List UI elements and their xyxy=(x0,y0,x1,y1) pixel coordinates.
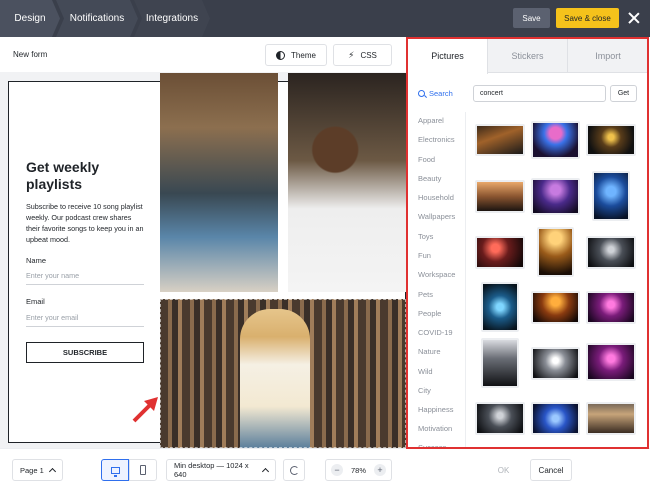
name-field[interactable]: Enter your name xyxy=(26,269,144,285)
rotate-icon xyxy=(289,465,299,475)
thumbnail-image[interactable] xyxy=(531,121,580,159)
thumbnail-image[interactable] xyxy=(592,171,630,221)
photo-podcaster[interactable] xyxy=(288,73,406,292)
category-motivation[interactable]: Motivation xyxy=(418,424,452,433)
thumbnail-image[interactable] xyxy=(586,343,636,381)
contrast-icon xyxy=(276,50,286,60)
category-people[interactable]: People xyxy=(418,309,441,318)
thumbnail-image[interactable] xyxy=(475,236,525,269)
red-arrow-icon xyxy=(132,397,158,423)
chevron-up-icon xyxy=(261,467,270,475)
category-nature[interactable]: Nature xyxy=(418,347,441,356)
category-success[interactable]: Success xyxy=(418,443,446,448)
tab-pictures[interactable]: Pictures xyxy=(408,38,488,74)
tab-import[interactable]: Import xyxy=(568,38,648,73)
thumbnail-image[interactable] xyxy=(531,291,580,324)
tab-integrations[interactable]: Integrations xyxy=(134,0,210,37)
phone-icon xyxy=(140,465,146,475)
thumbnail-image[interactable] xyxy=(586,124,636,156)
device-size-select[interactable]: Min desktop — 1024 x 640 xyxy=(166,459,276,481)
page-select[interactable]: Page 1 xyxy=(12,459,63,481)
thumbnail-image[interactable] xyxy=(481,282,519,332)
thumbnail-image[interactable] xyxy=(481,338,519,388)
thumbnail-image[interactable] xyxy=(586,291,636,324)
email-label: Email xyxy=(26,297,45,306)
thumbnail-image[interactable] xyxy=(537,227,574,277)
cancel-button[interactable]: Cancel xyxy=(530,459,572,481)
thumbnail-image[interactable] xyxy=(531,178,580,215)
tab-design[interactable]: Design xyxy=(0,0,60,37)
search-icon xyxy=(418,90,425,97)
subscribe-button[interactable]: SUBSCRIBE xyxy=(26,342,144,363)
device-size-value: Min desktop — 1024 x 640 xyxy=(174,461,249,479)
form-description[interactable]: Subscribe to receive 10 song playlist we… xyxy=(26,201,146,245)
category-household[interactable]: Household xyxy=(418,193,454,202)
email-field[interactable]: Enter your email xyxy=(26,311,144,327)
category-wild[interactable]: Wild xyxy=(418,367,433,376)
category-pets[interactable]: Pets xyxy=(418,290,433,299)
ok-button[interactable]: OK xyxy=(483,459,524,481)
name-label: Name xyxy=(26,256,47,265)
category-covid-19[interactable]: COVID-19 xyxy=(418,328,453,337)
category-toys[interactable]: Toys xyxy=(418,232,433,241)
zoom-value: 78% xyxy=(350,465,366,475)
tab-notifications[interactable]: Notifications xyxy=(56,0,138,37)
rotate-button[interactable] xyxy=(283,459,305,481)
category-fun[interactable]: Fun xyxy=(418,251,431,260)
thumbnail-image[interactable] xyxy=(475,402,525,435)
form-name[interactable]: New form xyxy=(13,50,47,59)
css-label: CSS xyxy=(360,50,377,60)
category-apparel[interactable]: Apparel xyxy=(418,116,444,125)
get-button[interactable]: Get xyxy=(610,85,637,102)
zoom-in-button[interactable]: + xyxy=(373,464,386,476)
category-wallpapers[interactable]: Wallpapers xyxy=(418,212,455,221)
tab-stickers[interactable]: Stickers xyxy=(488,38,568,73)
thumbnail-image[interactable] xyxy=(586,402,636,435)
save-button[interactable]: Save xyxy=(513,8,550,28)
photo-couple-headphones[interactable] xyxy=(160,73,278,292)
theme-label: Theme xyxy=(291,50,316,60)
thumbnail-image[interactable] xyxy=(531,402,580,435)
search-input[interactable]: concert xyxy=(473,85,606,102)
chevron-up-icon xyxy=(48,467,57,475)
category-happiness[interactable]: Happiness xyxy=(418,405,453,414)
category-beauty[interactable]: Beauty xyxy=(418,174,441,183)
search-link-label: Search xyxy=(429,89,453,98)
search-link[interactable]: Search xyxy=(418,89,453,98)
thumbnail-image[interactable] xyxy=(475,124,525,156)
category-food[interactable]: Food xyxy=(418,155,435,164)
lightning-icon: ⚡ xyxy=(348,49,355,60)
mobile-view-button[interactable] xyxy=(129,459,157,481)
photo-record-store[interactable] xyxy=(160,299,406,448)
zoom-control: − 78% + xyxy=(325,459,392,481)
category-workspace[interactable]: Workspace xyxy=(418,270,455,279)
selection-outline xyxy=(160,299,406,448)
theme-button[interactable]: Theme xyxy=(265,44,327,66)
thumbnail-image[interactable] xyxy=(475,180,525,213)
css-button[interactable]: ⚡ CSS xyxy=(333,44,392,66)
thumbnail-image[interactable] xyxy=(586,236,636,269)
page-select-value: Page 1 xyxy=(20,465,44,475)
thumbnail-image[interactable] xyxy=(531,347,580,380)
category-city[interactable]: City xyxy=(418,386,431,395)
zoom-out-button[interactable]: − xyxy=(331,464,343,476)
save-and-close-button[interactable]: Save & close xyxy=(556,8,619,28)
panel-divider xyxy=(465,112,466,448)
close-icon[interactable] xyxy=(627,11,641,25)
category-electronics[interactable]: Electronics xyxy=(418,135,455,144)
desktop-view-button[interactable] xyxy=(101,459,129,481)
form-headline[interactable]: Get weekly playlists xyxy=(26,159,156,193)
monitor-icon xyxy=(110,466,120,477)
